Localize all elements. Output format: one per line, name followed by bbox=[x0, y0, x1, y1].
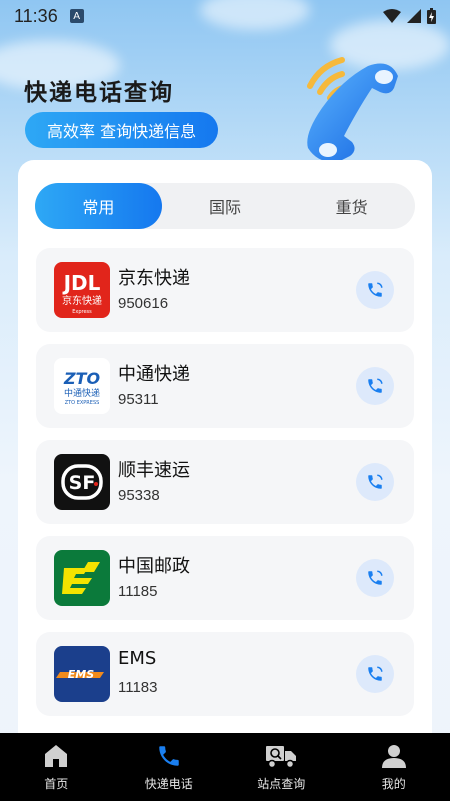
courier-item-ems[interactable]: EMS EMS 11183 bbox=[36, 632, 414, 716]
category-tabs: 常用 国际 重货 bbox=[35, 183, 415, 229]
courier-list: JDL 京东快递 Express 京东快递 950616 ZTO 中通快递 ZT… bbox=[36, 248, 414, 728]
home-icon bbox=[45, 744, 68, 767]
svg-text:Express: Express bbox=[72, 309, 92, 315]
courier-phone: 11185 bbox=[118, 583, 158, 600]
courier-name: 京东快递 bbox=[118, 268, 190, 289]
truck-icon bbox=[266, 745, 297, 768]
user-icon bbox=[381, 744, 406, 768]
courier-item-china-post[interactable]: 中国邮政 11185 bbox=[36, 536, 414, 620]
phone-icon bbox=[159, 745, 179, 766]
nav-label: 站点查询 bbox=[257, 776, 306, 791]
zto-logo: ZTO 中通快递 ZTO EXPRESS bbox=[54, 358, 110, 414]
sf-logo: SF bbox=[54, 454, 110, 510]
courier-card: 常用 国际 重货 JDL 京东快递 Express 京东快递 950616 ZT… bbox=[18, 160, 432, 760]
courier-name: 顺丰速运 bbox=[118, 460, 190, 481]
call-button[interactable] bbox=[356, 367, 394, 405]
svg-text:EMS: EMS bbox=[68, 668, 94, 681]
phone-icon bbox=[368, 474, 383, 489]
call-button[interactable] bbox=[356, 559, 394, 597]
courier-phone: 95338 bbox=[118, 487, 160, 504]
signal-icon bbox=[407, 9, 421, 23]
courier-name: 中国邮政 bbox=[118, 556, 190, 577]
phone-icon bbox=[368, 378, 383, 393]
phone-handset-illustration bbox=[307, 57, 398, 163]
bottom-nav: 首页 快递电话 站点查询 我的 bbox=[0, 733, 450, 801]
courier-name: 中通快递 bbox=[118, 364, 190, 385]
notification-icon: A bbox=[69, 9, 84, 23]
svg-text:JDL: JDL bbox=[62, 271, 101, 295]
courier-phone: 950616 bbox=[118, 295, 169, 312]
phone-icon bbox=[368, 570, 383, 585]
nav-label: 快递电话 bbox=[144, 776, 193, 791]
subtitle-pill: 高效率 查询快递信息 bbox=[25, 112, 219, 148]
phone-icon bbox=[368, 282, 383, 297]
ems-logo: EMS bbox=[54, 646, 110, 702]
jd-logo: JDL 京东快递 Express bbox=[54, 262, 110, 318]
tab-heavy-cargo[interactable]: 重货 bbox=[288, 183, 415, 229]
call-button[interactable] bbox=[356, 463, 394, 501]
courier-name: EMS bbox=[118, 648, 157, 669]
svg-text:SF: SF bbox=[69, 472, 96, 494]
phone-icon bbox=[368, 666, 383, 681]
courier-phone: 95311 bbox=[118, 391, 159, 408]
page-title: 快递电话查询 bbox=[24, 80, 174, 106]
tab-common[interactable]: 常用 bbox=[35, 183, 162, 229]
china-post-logo bbox=[54, 550, 110, 606]
nav-item-station-query[interactable]: 站点查询 bbox=[225, 733, 338, 801]
svg-text:ZTO: ZTO bbox=[63, 369, 101, 388]
courier-item-zto[interactable]: ZTO 中通快递 ZTO EXPRESS 中通快递 95311 bbox=[36, 344, 414, 428]
status-time: 11:36 bbox=[14, 5, 58, 26]
nav-label: 我的 bbox=[381, 776, 406, 791]
svg-text:中通快递: 中通快递 bbox=[64, 387, 100, 399]
courier-item-jd[interactable]: JDL 京东快递 Express 京东快递 950616 bbox=[36, 248, 414, 332]
nav-item-home[interactable]: 首页 bbox=[0, 733, 113, 801]
courier-phone: 11183 bbox=[118, 679, 158, 696]
wifi-icon bbox=[383, 9, 401, 23]
status-bar: 11:36 A bbox=[0, 0, 450, 32]
nav-item-courier-phone[interactable]: 快递电话 bbox=[113, 733, 226, 801]
tab-international[interactable]: 国际 bbox=[162, 183, 289, 229]
call-button[interactable] bbox=[356, 655, 394, 693]
battery-icon bbox=[427, 8, 436, 24]
status-icons bbox=[383, 8, 436, 24]
svg-text:京东快递: 京东快递 bbox=[62, 294, 102, 307]
courier-item-sf[interactable]: SF 顺丰速运 95338 bbox=[36, 440, 414, 524]
svg-text:ZTO EXPRESS: ZTO EXPRESS bbox=[65, 400, 100, 406]
call-button[interactable] bbox=[356, 271, 394, 309]
nav-item-mine[interactable]: 我的 bbox=[338, 733, 450, 801]
nav-label: 首页 bbox=[44, 776, 69, 791]
